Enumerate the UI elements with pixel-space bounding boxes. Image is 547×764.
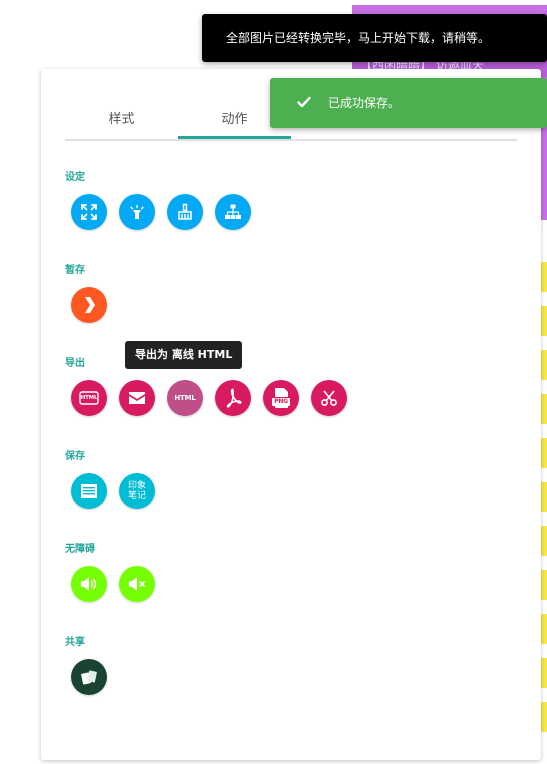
highlight-button[interactable] [119,194,155,230]
background-yellow-mark [541,614,547,644]
flashlight-icon [130,205,144,219]
pocket-button[interactable] [71,287,107,323]
export-clip-button[interactable] [311,380,347,416]
download-toast-message: 全部图片已经转换完毕，马上开始下载，请稍等。 [226,31,491,45]
background-yellow-mark [541,262,547,292]
page-save-icon [81,484,97,498]
evernote-button[interactable]: 印象 笔记 [119,473,155,509]
fullscreen-button[interactable] [71,194,107,230]
png-label: PNG [274,397,288,405]
html-label: HTML [80,395,98,401]
scissors-icon [321,390,337,406]
download-toast: 全部图片已经转换完毕，马上开始下载，请稍等。 [202,14,547,62]
background-yellow-mark [541,702,547,732]
background-yellow-mark [541,570,547,600]
background-yellow-mark [541,306,547,336]
save-success-toast: 已成功保存。 [270,78,547,128]
active-tab-indicator [178,136,291,139]
background-yellow-mark [541,350,547,380]
evernote-label-line2: 笔记 [127,491,146,501]
background-yellow-mark [541,394,547,424]
background-yellow-mark [541,526,547,556]
clean-button[interactable] [167,194,203,230]
email-icon [129,392,145,404]
section-label-export: 导出 [65,358,85,369]
save-success-message: 已成功保存。 [328,96,401,110]
structure-button[interactable] [215,194,251,230]
evernote-label-line1: 印象 [127,481,146,491]
broom-icon [178,203,192,220]
export-offline-html-tooltip: 导出为 离线 HTML [125,341,243,369]
read-aloud-button[interactable] [71,566,107,602]
export-email-button[interactable] [119,380,155,416]
export-png-button[interactable]: PNG [263,380,299,416]
share-button[interactable] [71,659,107,695]
fullscreen-icon [81,204,97,220]
cards-share-icon [81,670,97,685]
section-label-temp: 暂存 [65,265,85,276]
save-page-button[interactable] [71,473,107,509]
pdf-icon [226,388,242,408]
export-pdf-button[interactable] [215,380,251,416]
background-yellow-mark [541,438,547,468]
speaker-on-icon [81,577,97,591]
section-label-settings: 设定 [65,172,85,183]
pocket-icon [85,297,95,313]
export-offline-html-button[interactable]: HTML [167,380,203,416]
section-label-accessibility: 无障碍 [65,544,95,555]
check-icon [297,96,311,108]
section-label-share: 共享 [65,637,85,648]
section-label-save: 保存 [65,451,85,462]
actions-panel: 样式 动作 设定 暂存 导出 HTML HTML PNG 保存 印象 笔记 无障… [41,69,541,760]
background-yellow-mark [541,482,547,512]
speaker-mute-icon [129,577,146,591]
stop-reading-button[interactable] [119,566,155,602]
tab-style[interactable]: 样式 [65,109,178,139]
sitemap-icon [225,204,241,219]
background-yellow-mark [541,658,547,688]
offline-html-icon: HTML [174,394,196,402]
export-html-button[interactable]: HTML [71,380,107,416]
